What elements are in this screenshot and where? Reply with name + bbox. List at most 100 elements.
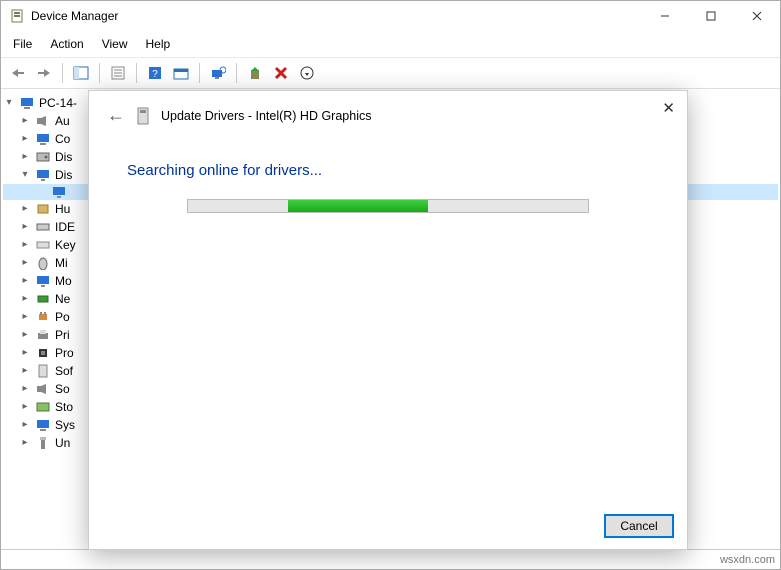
usb-icon [35, 435, 51, 451]
tree-item-label: Un [55, 434, 70, 452]
maximize-button[interactable] [688, 1, 734, 31]
properties-button[interactable] [107, 62, 129, 84]
audio-icon [35, 113, 51, 129]
minimize-button[interactable] [642, 1, 688, 31]
toolbar-separator [199, 63, 200, 83]
toolbar-separator [136, 63, 137, 83]
computer-icon [19, 95, 35, 111]
tree-root-label: PC-14- [39, 94, 77, 112]
cancel-button[interactable]: Cancel [605, 515, 673, 537]
help-button[interactable]: ? [144, 62, 166, 84]
dialog-body: Searching online for drivers... [89, 132, 687, 241]
tree-item-label: Hu [55, 200, 70, 218]
caret-icon[interactable] [19, 272, 31, 290]
keyboard-icon [35, 237, 51, 253]
caret-icon[interactable] [19, 308, 31, 326]
tree-item-label: Pri [55, 326, 70, 344]
device-manager-window: Device Manager File Action View Help ? [0, 0, 781, 570]
uninstall-device-button[interactable] [270, 62, 292, 84]
tree-item-label: Co [55, 130, 70, 148]
tree-item-label: Ne [55, 290, 70, 308]
mouse-icon [35, 255, 51, 271]
storage-icon [35, 399, 51, 415]
tree-item-label: Po [55, 308, 70, 326]
tree-item-label: Dis [55, 148, 72, 166]
dialog-header: ← Update Drivers - Intel(R) HD Graphics [89, 91, 687, 132]
toolbar: ? [1, 58, 780, 89]
caret-icon[interactable] [19, 166, 31, 184]
processor-icon [35, 345, 51, 361]
caret-icon[interactable] [19, 398, 31, 416]
app-icon [9, 8, 25, 24]
progress-bar [187, 199, 589, 213]
caret-icon[interactable] [19, 218, 31, 236]
caret-icon[interactable] [19, 434, 31, 452]
dialog-close-button[interactable]: ✕ [662, 99, 675, 117]
system-icon [35, 417, 51, 433]
tree-item-label: Sto [55, 398, 73, 416]
dialog-title: Update Drivers - Intel(R) HD Graphics [161, 109, 371, 123]
update-driver-button[interactable] [244, 62, 266, 84]
menu-help[interactable]: Help [138, 33, 179, 55]
show-hide-tree-button[interactable] [70, 62, 92, 84]
tree-item-label: So [55, 380, 70, 398]
menubar: File Action View Help [1, 31, 780, 58]
display-adapter-icon [51, 184, 67, 200]
nav-forward-button[interactable] [33, 62, 55, 84]
toolbar-separator [236, 63, 237, 83]
caret-icon[interactable] [19, 112, 31, 130]
action-button[interactable] [170, 62, 192, 84]
close-button[interactable] [734, 1, 780, 31]
tree-item-label: Pro [55, 344, 74, 362]
tree-item-label: Key [55, 236, 76, 254]
printer-icon [35, 327, 51, 343]
tree-item-label: Mi [55, 254, 68, 272]
caret-icon[interactable] [19, 200, 31, 218]
caret-icon[interactable] [19, 236, 31, 254]
svg-text:?: ? [152, 69, 158, 80]
port-icon [35, 309, 51, 325]
caret-icon[interactable] [3, 94, 15, 112]
tree-item-label: Au [55, 112, 70, 130]
sound-icon [35, 381, 51, 397]
device-icon [135, 106, 151, 126]
ide-icon [35, 219, 51, 235]
tree-item-label: Mo [55, 272, 72, 290]
scan-hardware-button[interactable] [207, 62, 229, 84]
tree-item-label: Sof [55, 362, 73, 380]
caret-icon[interactable] [19, 344, 31, 362]
toolbar-separator [99, 63, 100, 83]
nav-back-button[interactable] [7, 62, 29, 84]
hid-icon [35, 201, 51, 217]
back-arrow-icon[interactable]: ← [107, 105, 125, 126]
tree-item-label: IDE [55, 218, 75, 236]
dialog-footer: Cancel [605, 515, 673, 537]
content-area: PC-14- AuCoDisDisHuIDEKeyMiMoNePoPriProS… [1, 89, 780, 549]
caret-icon[interactable] [19, 362, 31, 380]
computer-icon [35, 131, 51, 147]
display-icon [35, 167, 51, 183]
caret-icon[interactable] [19, 290, 31, 308]
menu-view[interactable]: View [94, 33, 136, 55]
software-icon [35, 363, 51, 379]
statusbar [1, 549, 780, 569]
progress-chunk [288, 200, 428, 212]
caret-icon[interactable] [19, 380, 31, 398]
menu-action[interactable]: Action [42, 33, 91, 55]
disable-device-button[interactable] [296, 62, 318, 84]
caret-icon[interactable] [19, 148, 31, 166]
window-title: Device Manager [31, 9, 118, 23]
tree-item-label: Sys [55, 416, 75, 434]
menu-file[interactable]: File [5, 33, 40, 55]
network-icon [35, 291, 51, 307]
titlebar: Device Manager [1, 1, 780, 31]
searching-text: Searching online for drivers... [127, 162, 649, 179]
monitor-icon [35, 273, 51, 289]
toolbar-separator [62, 63, 63, 83]
caret-icon[interactable] [19, 416, 31, 434]
caret-icon[interactable] [19, 254, 31, 272]
caret-icon[interactable] [19, 130, 31, 148]
update-drivers-dialog: ✕ ← Update Drivers - Intel(R) HD Graphic… [88, 90, 688, 550]
caret-icon[interactable] [19, 326, 31, 344]
disk-icon [35, 149, 51, 165]
